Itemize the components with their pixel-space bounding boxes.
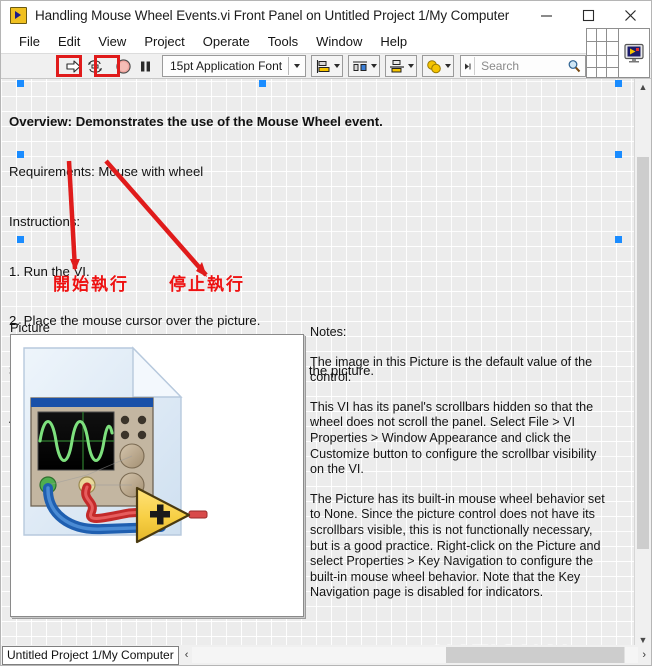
resize-objects-icon [388, 58, 406, 75]
resize-objects-chevron-down-icon[interactable] [408, 64, 415, 68]
status-scroll-left-icon[interactable]: ‹ [181, 649, 193, 661]
align-objects-icon [314, 58, 332, 75]
search-icon[interactable] [563, 59, 585, 73]
menu-help[interactable]: Help [371, 32, 416, 51]
status-scroll-region[interactable]: ‹ › [181, 647, 650, 663]
picture-content-oscilloscope-image [23, 346, 208, 544]
resize-objects-menu[interactable] [385, 55, 418, 77]
selection-handle-top-right[interactable] [615, 80, 622, 87]
maximize-icon[interactable] [567, 1, 609, 29]
selection-handle-top-left[interactable] [17, 80, 24, 87]
overview-line-instructions: Instructions: [9, 213, 81, 229]
search-box[interactable]: Search [460, 55, 587, 77]
labview-front-panel-window: Handling Mouse Wheel Events.vi Front Pan… [0, 0, 652, 666]
window-controls [525, 1, 651, 29]
notes-paragraph-2: This VI has its panel's scrollbars hidde… [310, 399, 597, 477]
annotation-box-abort-right [117, 55, 120, 77]
selection-handle-mid-right[interactable] [615, 151, 622, 158]
vi-connector-icon[interactable] [618, 28, 650, 78]
scroll-up-icon[interactable]: ▲ [635, 79, 651, 95]
vertical-scroll-thumb[interactable] [637, 157, 649, 549]
selection-handle-bottom-right[interactable] [615, 236, 622, 243]
window-title: Handling Mouse Wheel Events.vi Front Pan… [35, 7, 510, 23]
front-panel-canvas[interactable]: Overview: Demonstrates the use of the Mo… [1, 79, 635, 648]
picture-label: Picture [10, 320, 50, 335]
menu-operate[interactable]: Operate [194, 32, 259, 51]
font-selector-chevron-down-icon[interactable] [288, 57, 305, 75]
selection-handle-top-middle[interactable] [259, 80, 266, 87]
minimize-icon[interactable] [525, 1, 567, 29]
menu-project[interactable]: Project [135, 32, 193, 51]
annotation-stop-execution: 停止執行 [169, 275, 245, 295]
picture-indicator[interactable] [10, 334, 304, 617]
menu-tools[interactable]: Tools [259, 32, 307, 51]
reorder-icon [425, 58, 443, 75]
title-bar: Handling Mouse Wheel Events.vi Front Pan… [1, 1, 651, 29]
overview-label-overview: Overview: Demonstrates the use of the Mo… [9, 114, 383, 130]
close-icon[interactable] [609, 1, 651, 29]
align-objects-menu[interactable] [311, 55, 344, 77]
labview-vi-icon [10, 6, 27, 24]
status-scroll-right-icon[interactable]: › [638, 649, 650, 661]
menu-edit[interactable]: Edit [49, 32, 89, 51]
distribute-objects-chevron-down-icon[interactable] [371, 64, 378, 68]
reorder-menu[interactable] [422, 55, 455, 77]
panel-vertical-scrollbar[interactable]: ▲ ▼ [634, 79, 651, 648]
menu-file[interactable]: File [10, 32, 49, 51]
overview-line-requirements: Requirements: Mouse with wheel [9, 163, 204, 179]
font-selector-value: 15pt Application Font [170, 59, 283, 73]
notes-heading: Notes: [310, 325, 347, 339]
font-selector[interactable]: 15pt Application Font [162, 55, 307, 77]
notes-text: Notes: The image in this Picture is the … [310, 325, 610, 615]
menu-window[interactable]: Window [307, 32, 371, 51]
selection-handle-mid-left[interactable] [17, 151, 24, 158]
notes-paragraph-1: The image in this Picture is the default… [310, 354, 593, 385]
annotation-box-abort-left [94, 55, 97, 77]
panel-grid-icon [586, 28, 619, 78]
status-scroll-track[interactable] [192, 647, 639, 663]
annotation-start-execution: 開始執行 [53, 275, 129, 295]
toolbar: 15pt Application Font Search [1, 28, 651, 79]
distribute-objects-icon [351, 58, 369, 75]
search-input[interactable]: Search [475, 59, 563, 73]
menu-bar: File Edit View Project Operate Tools Win… [1, 29, 651, 53]
search-dropdown-icon[interactable] [461, 57, 476, 75]
annotation-box-run-left [56, 55, 59, 77]
selection-handle-bottom-left[interactable] [17, 236, 24, 243]
front-panel-area: Overview: Demonstrates the use of the Mo… [1, 79, 651, 664]
distribute-objects-menu[interactable] [348, 55, 381, 77]
annotation-box-run-right [79, 55, 82, 77]
pause-button[interactable] [134, 55, 156, 77]
menu-view[interactable]: View [89, 32, 135, 51]
align-objects-chevron-down-icon[interactable] [334, 64, 341, 68]
notes-paragraph-3: The Picture has its built-in mouse wheel… [310, 491, 605, 600]
reorder-chevron-down-icon[interactable] [445, 64, 452, 68]
status-bar: Untitled Project 1/My Computer ‹ › [1, 645, 651, 665]
status-context-target[interactable]: Untitled Project 1/My Computer [2, 645, 179, 665]
